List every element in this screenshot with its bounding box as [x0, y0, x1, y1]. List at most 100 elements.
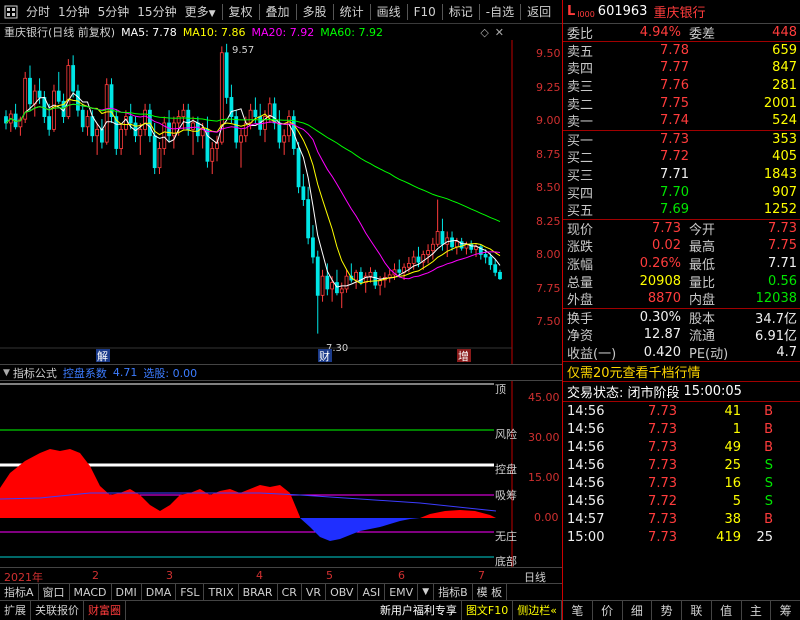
toolbar-fuquan[interactable]: 复权: [225, 0, 257, 24]
toolbar-biaoji[interactable]: 标记: [445, 0, 477, 24]
close-icon[interactable]: ✕: [495, 26, 504, 39]
new-user-promo-link[interactable]: 新用户福利专享: [376, 600, 462, 620]
divider: [369, 3, 371, 20]
right-tab[interactable]: 筹: [771, 601, 800, 620]
ask-row[interactable]: 卖一 7.74 524: [563, 112, 800, 130]
tab-fsl[interactable]: FSL: [176, 583, 205, 601]
main-kline-chart[interactable]: 9.50 9.25 9.00 8.75 8.50 8.25 8.00 7.75 …: [0, 40, 562, 364]
indicator-chart[interactable]: 顶 风险 控盘 吸筹 无庄 底部 45.00 30.00 15.00 0.00: [0, 381, 562, 568]
mark-cai[interactable]: 财: [319, 349, 330, 363]
tab-indicator-a[interactable]: 指标A: [0, 583, 39, 601]
candle-body: [483, 254, 488, 258]
right-tab[interactable]: 联: [682, 601, 712, 620]
divider: [406, 3, 408, 20]
f10-graphic-button[interactable]: 图文F10: [462, 600, 514, 620]
tab-dmi[interactable]: DMI: [112, 583, 142, 601]
candle-body: [498, 271, 502, 280]
expand-button[interactable]: 扩展: [0, 600, 31, 620]
bid-volume: 907: [772, 184, 797, 200]
quote-value: 20908: [639, 273, 681, 289]
tab-asi[interactable]: ASI: [358, 583, 386, 601]
candle-body: [440, 231, 445, 245]
toolbar-1min[interactable]: 1分钟: [54, 0, 94, 24]
ask-row[interactable]: 卖五 7.78 659: [563, 42, 800, 60]
toolbar-fenshi[interactable]: 分时: [22, 0, 54, 24]
mark-jie[interactable]: 解: [97, 349, 108, 363]
mark-zeng[interactable]: 增: [458, 349, 469, 363]
weibi-label: 委比: [567, 26, 594, 42]
toolbar-duogu[interactable]: 多股: [299, 0, 331, 24]
divider: [520, 3, 522, 20]
right-tab[interactable]: 细: [623, 601, 653, 620]
toolbar-f10[interactable]: F10: [410, 0, 440, 24]
right-tab[interactable]: 主: [742, 601, 772, 620]
candle-body: [71, 65, 76, 92]
bid-row[interactable]: 买一 7.73 353: [563, 131, 800, 149]
right-tab[interactable]: 值: [712, 601, 742, 620]
candle-body: [138, 128, 143, 137]
diamond-icon[interactable]: ◇: [480, 26, 488, 39]
quote-value: 0.02: [652, 238, 681, 254]
related-quote-button[interactable]: 关联报价: [31, 600, 84, 620]
main-chart-title: 重庆银行(日线 前复权) MA5: 7.78 MA10: 7.86 MA20: …: [0, 24, 510, 40]
promo-row[interactable]: 仅需20元查看千档行情: [563, 362, 800, 383]
tab-vr[interactable]: VR: [302, 583, 327, 601]
candle-body: [301, 186, 306, 200]
indicator-formula-label[interactable]: 指标公式: [13, 365, 57, 381]
toolbar-huaxian[interactable]: 画线: [373, 0, 405, 24]
toolbar-zixuan[interactable]: -自选: [482, 0, 518, 24]
toolbar-more[interactable]: 更多▼: [181, 0, 220, 24]
tab-template[interactable]: 模 板: [473, 583, 508, 601]
tab-cr[interactable]: CR: [278, 583, 302, 601]
bid-row[interactable]: 买三 7.71 1843: [563, 166, 800, 184]
candle-body: [435, 231, 440, 245]
finance-row: 净资 12.87 流通 6.91亿: [563, 326, 800, 344]
chevron-down-icon[interactable]: ▼: [0, 368, 13, 378]
ask-volume: 281: [772, 78, 797, 94]
ind-line-label: 吸筹: [495, 488, 517, 502]
tab-trix[interactable]: TRIX: [204, 583, 239, 601]
right-tabs: 笔价细势联值主筹: [563, 600, 800, 620]
wealth-circle-button[interactable]: 财富圈: [84, 600, 126, 620]
menu-icon[interactable]: [0, 0, 22, 24]
candle-body: [195, 122, 200, 137]
tick-price: 7.73: [648, 403, 677, 419]
toolbar-diejia[interactable]: 叠加: [262, 0, 294, 24]
toolbar-tongji[interactable]: 统计: [336, 0, 368, 24]
tick-side: S: [764, 493, 773, 509]
tab-emv[interactable]: EMV: [385, 583, 419, 601]
ask-row[interactable]: 卖四 7.77 847: [563, 59, 800, 77]
right-tab[interactable]: 势: [652, 601, 682, 620]
right-tab[interactable]: 价: [593, 601, 623, 620]
tab-indicator-b[interactable]: 指标B: [434, 583, 473, 601]
bid-row[interactable]: 买四 7.70 907: [563, 183, 800, 202]
tab-dma[interactable]: DMA: [142, 583, 177, 601]
finance-label: 流通: [689, 329, 716, 345]
bid-row[interactable]: 买五 7.69 1252: [563, 201, 800, 219]
right-tab[interactable]: 笔: [563, 601, 593, 620]
promo-text[interactable]: 仅需20元查看千档行情: [563, 362, 701, 381]
sidebar-toggle-button[interactable]: 侧边栏«: [513, 600, 562, 620]
candle-body: [411, 256, 416, 264]
toolbar-15min[interactable]: 15分钟: [133, 0, 180, 24]
ask-row[interactable]: 卖二 7.75 2001: [563, 94, 800, 113]
ask-row[interactable]: 卖三 7.76 281: [563, 77, 800, 95]
toolbar-back[interactable]: 返回: [523, 0, 555, 24]
tab-macd[interactable]: MACD: [70, 583, 112, 601]
chevron-down-icon[interactable]: ▼: [418, 583, 435, 601]
quote-value: 7.73: [768, 220, 797, 236]
tick-row: 14:56 7.72 5 S: [563, 492, 800, 510]
tab-window[interactable]: 窗口: [39, 583, 70, 601]
ask-volume: 847: [772, 60, 797, 76]
weici-value: 448: [772, 24, 797, 40]
tick-time: 14:56: [567, 403, 605, 419]
bid-row[interactable]: 买二 7.72 405: [563, 148, 800, 166]
tick-price: 7.73: [648, 511, 677, 527]
tick-volume: 1: [732, 421, 741, 437]
toolbar-5min[interactable]: 5分钟: [94, 0, 134, 24]
quote-value: 0.56: [768, 273, 797, 289]
tab-obv[interactable]: OBV: [326, 583, 359, 601]
tab-brar[interactable]: BRAR: [239, 583, 278, 601]
candle-body: [368, 271, 373, 277]
month-label: 2: [92, 569, 99, 582]
